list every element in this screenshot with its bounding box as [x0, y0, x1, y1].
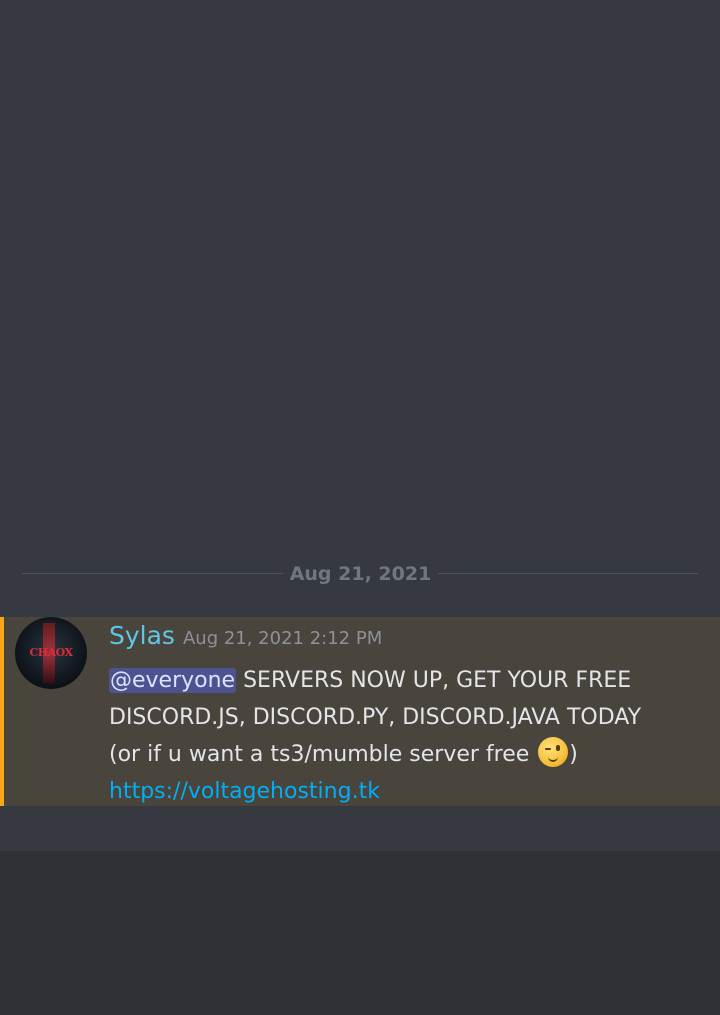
- message-item[interactable]: CHAOX Sylas Aug 21, 2021 2:12 PM @everyon…: [0, 617, 720, 806]
- message-line-3: (or if u want a ts3/mumble server free ): [109, 736, 699, 773]
- everyone-mention[interactable]: @everyone: [109, 668, 237, 693]
- message-text-line-3-end: ): [569, 742, 578, 767]
- winking-face-emoji-icon[interactable]: [538, 737, 569, 767]
- message-header: Sylas Aug 21, 2021 2:12 PM: [109, 621, 382, 655]
- message-content: @everyone SERVERS NOW UP, GET YOUR FREE …: [109, 662, 699, 810]
- divider-line-left: [22, 573, 283, 574]
- avatar-logo-text: CHAOX: [29, 646, 73, 659]
- message-text-line-2: DISCORD.JS, DISCORD.PY, DISCORD.JAVA TOD…: [109, 705, 642, 730]
- date-divider: Aug 21, 2021: [22, 560, 698, 588]
- chat-footer-area: [0, 851, 720, 1015]
- chat-messages-area: Aug 21, 2021 CHAOX Sylas Aug 21, 2021 2:1…: [0, 0, 720, 851]
- message-link[interactable]: https://voltagehosting.tk: [109, 779, 380, 804]
- message-timestamp: Aug 21, 2021 2:12 PM: [182, 628, 383, 649]
- mention-highlight-bar: [0, 617, 4, 806]
- message-author[interactable]: Sylas: [109, 621, 175, 650]
- divider-line-right: [438, 573, 698, 574]
- message-text-line-1: SERVERS NOW UP, GET YOUR FREE: [236, 668, 632, 693]
- message-text-line-3: (or if u want a ts3/mumble server free: [109, 742, 537, 767]
- avatar[interactable]: CHAOX: [15, 617, 87, 689]
- date-divider-label: Aug 21, 2021: [289, 563, 432, 585]
- message-line-1: @everyone SERVERS NOW UP, GET YOUR FREE: [109, 662, 699, 699]
